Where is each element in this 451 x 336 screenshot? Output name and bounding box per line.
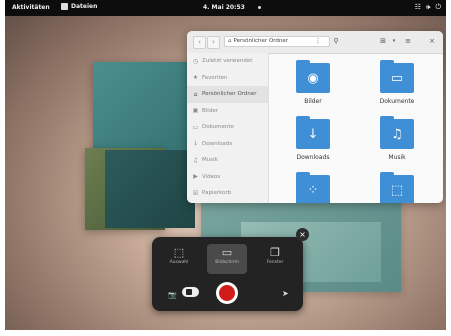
- clock[interactable]: 4. Mai 20:53: [203, 4, 245, 11]
- folder-icon: ▭: [380, 60, 414, 93]
- mode-window-button[interactable]: ❐ Fenster: [255, 244, 295, 274]
- sidebar-item[interactable]: ▶ Videos: [187, 169, 268, 186]
- folder-icon: ♫: [380, 116, 414, 149]
- mode-label: Fenster: [266, 260, 284, 265]
- selection-icon: ⬚: [173, 246, 185, 259]
- files-app-icon: [61, 3, 68, 10]
- mode-label: Auswahl: [169, 260, 189, 265]
- close-icon[interactable]: ×: [296, 228, 309, 241]
- download-icon: ↓: [307, 127, 319, 142]
- hamburger-menu-icon[interactable]: ≡: [402, 36, 414, 47]
- share-icon: ⁘: [307, 183, 319, 198]
- capture-button[interactable]: [216, 282, 238, 304]
- folder-grid: ◉ Bilder ▭ Dokumente ↓ Downloads ♫ Musik ⁘ ⬚: [269, 53, 443, 203]
- home-icon: ⌂: [193, 90, 198, 98]
- header-bar: ‹ › ⌂ Persönlicher Ordner ⋮ ⚲ ⊞ ▾ ≡ ×: [187, 31, 443, 54]
- path-menu-icon[interactable]: ⋮: [314, 36, 322, 47]
- folder-item[interactable]: ⁘: [283, 172, 343, 203]
- folder-icon: ⁘: [296, 172, 330, 203]
- music-icon: ♫: [192, 156, 199, 164]
- monitor-icon: ▭: [221, 246, 233, 259]
- window-icon: ❐: [270, 246, 280, 259]
- record-icon: [219, 285, 235, 301]
- image-icon: ▣: [192, 107, 199, 115]
- sidebar-item[interactable]: ★ Favoriten: [187, 70, 268, 87]
- mode-screen-button[interactable]: ▭ Bildschirm: [207, 244, 247, 274]
- trash-icon: ☒: [192, 189, 199, 197]
- folder-item[interactable]: ⬚: [367, 172, 427, 203]
- document-icon: ▭: [192, 123, 199, 131]
- sidebar-item[interactable]: ◷ Zuletzt verwendet: [187, 53, 268, 70]
- view-grid-icon[interactable]: ⊞: [377, 36, 389, 47]
- document-icon: ▭: [390, 71, 404, 86]
- folder-item[interactable]: ↓ Downloads: [283, 116, 343, 161]
- system-tray[interactable]: ☷ 🕪 ⏻: [415, 3, 441, 12]
- pointer-icon[interactable]: ➤: [282, 289, 289, 298]
- sidebar-item-label: Papierkorb: [202, 190, 232, 197]
- sidebar-item-label: Persönlicher Ordner: [202, 91, 257, 98]
- sidebar-item-label: Dokumente: [202, 124, 234, 131]
- sidebar-item-label: Bilder: [202, 107, 218, 114]
- back-button[interactable]: ‹: [193, 36, 206, 49]
- power-icon: ⏻: [435, 3, 441, 11]
- chevron-down-icon[interactable]: ▾: [390, 36, 398, 47]
- sidebar-item-label: Favoriten: [202, 74, 228, 81]
- folder-item[interactable]: ♫ Musik: [367, 116, 427, 161]
- mode-selection-button[interactable]: ⬚ Auswahl: [159, 244, 199, 274]
- app-name: Dateien: [71, 3, 98, 10]
- background-window[interactable]: [105, 150, 195, 228]
- sidebar-item-label: Musik: [202, 157, 218, 164]
- folder-item[interactable]: ◉ Bilder: [283, 60, 343, 105]
- folder-icon: ↓: [296, 116, 330, 149]
- activities-button[interactable]: Aktivitäten: [12, 4, 50, 11]
- sidebar-item[interactable]: ♫ Musik: [187, 152, 268, 169]
- path-label: Persönlicher Ordner: [233, 38, 289, 44]
- notification-dot-icon: [258, 6, 261, 9]
- video-icon: [186, 289, 192, 295]
- app-menu[interactable]: Dateien: [61, 3, 97, 10]
- sidebar: ◷ Zuletzt verwendet ★ Favoriten ⌂ Persönliche…: [187, 53, 269, 203]
- sidebar-item[interactable]: ↓ Downloads: [187, 136, 268, 153]
- sidebar-item[interactable]: ▣ Bilder: [187, 103, 268, 120]
- sidebar-item-label: Videos: [202, 173, 221, 180]
- top-bar: Aktivitäten Dateien 4. Mai 20:53 ☷ 🕪 ⏻: [5, 0, 446, 16]
- folder-label: Musik: [388, 154, 406, 161]
- camera-icon: ◉: [307, 71, 319, 86]
- folder-icon: ◉: [296, 60, 330, 93]
- star-icon: ★: [192, 74, 199, 82]
- desktop: Aktivitäten Dateien 4. Mai 20:53 ☷ 🕪 ⏻ ‹…: [5, 0, 446, 330]
- folder-item[interactable]: ▭ Dokumente: [367, 60, 427, 105]
- sidebar-item[interactable]: ☒ Papierkorb: [187, 185, 268, 202]
- sidebar-item-label: Downloads: [202, 140, 233, 147]
- mode-label: Bildschirm: [215, 260, 239, 265]
- sidebar-item-label: Zuletzt verwendet: [202, 58, 253, 65]
- network-icon: ☷: [414, 3, 422, 11]
- clock-icon: ◷: [192, 57, 199, 65]
- folder-label: Bilder: [304, 98, 322, 105]
- screenshot-video-toggle[interactable]: [182, 287, 199, 297]
- home-icon: ⌂: [228, 38, 232, 44]
- close-icon[interactable]: ×: [427, 36, 437, 47]
- folder-label: Dokumente: [379, 98, 415, 105]
- search-icon[interactable]: ⚲: [330, 36, 342, 47]
- camera-icon[interactable]: 📷: [168, 291, 177, 299]
- video-icon: ▶: [193, 173, 198, 181]
- sidebar-item[interactable]: ▭ Dokumente: [187, 119, 268, 136]
- file-manager-window: ‹ › ⌂ Persönlicher Ordner ⋮ ⚲ ⊞ ▾ ≡ × ◷ Z…: [187, 31, 443, 203]
- music-icon: ♫: [391, 127, 403, 142]
- folder-icon: ⬚: [380, 172, 414, 203]
- folder-label: Downloads: [296, 154, 330, 161]
- download-icon: ↓: [192, 140, 199, 148]
- sidebar-item[interactable]: ⌂ Persönlicher Ordner: [187, 86, 268, 103]
- volume-icon: 🕪: [426, 3, 431, 11]
- forward-button[interactable]: ›: [207, 36, 220, 49]
- template-icon: ⬚: [390, 183, 404, 198]
